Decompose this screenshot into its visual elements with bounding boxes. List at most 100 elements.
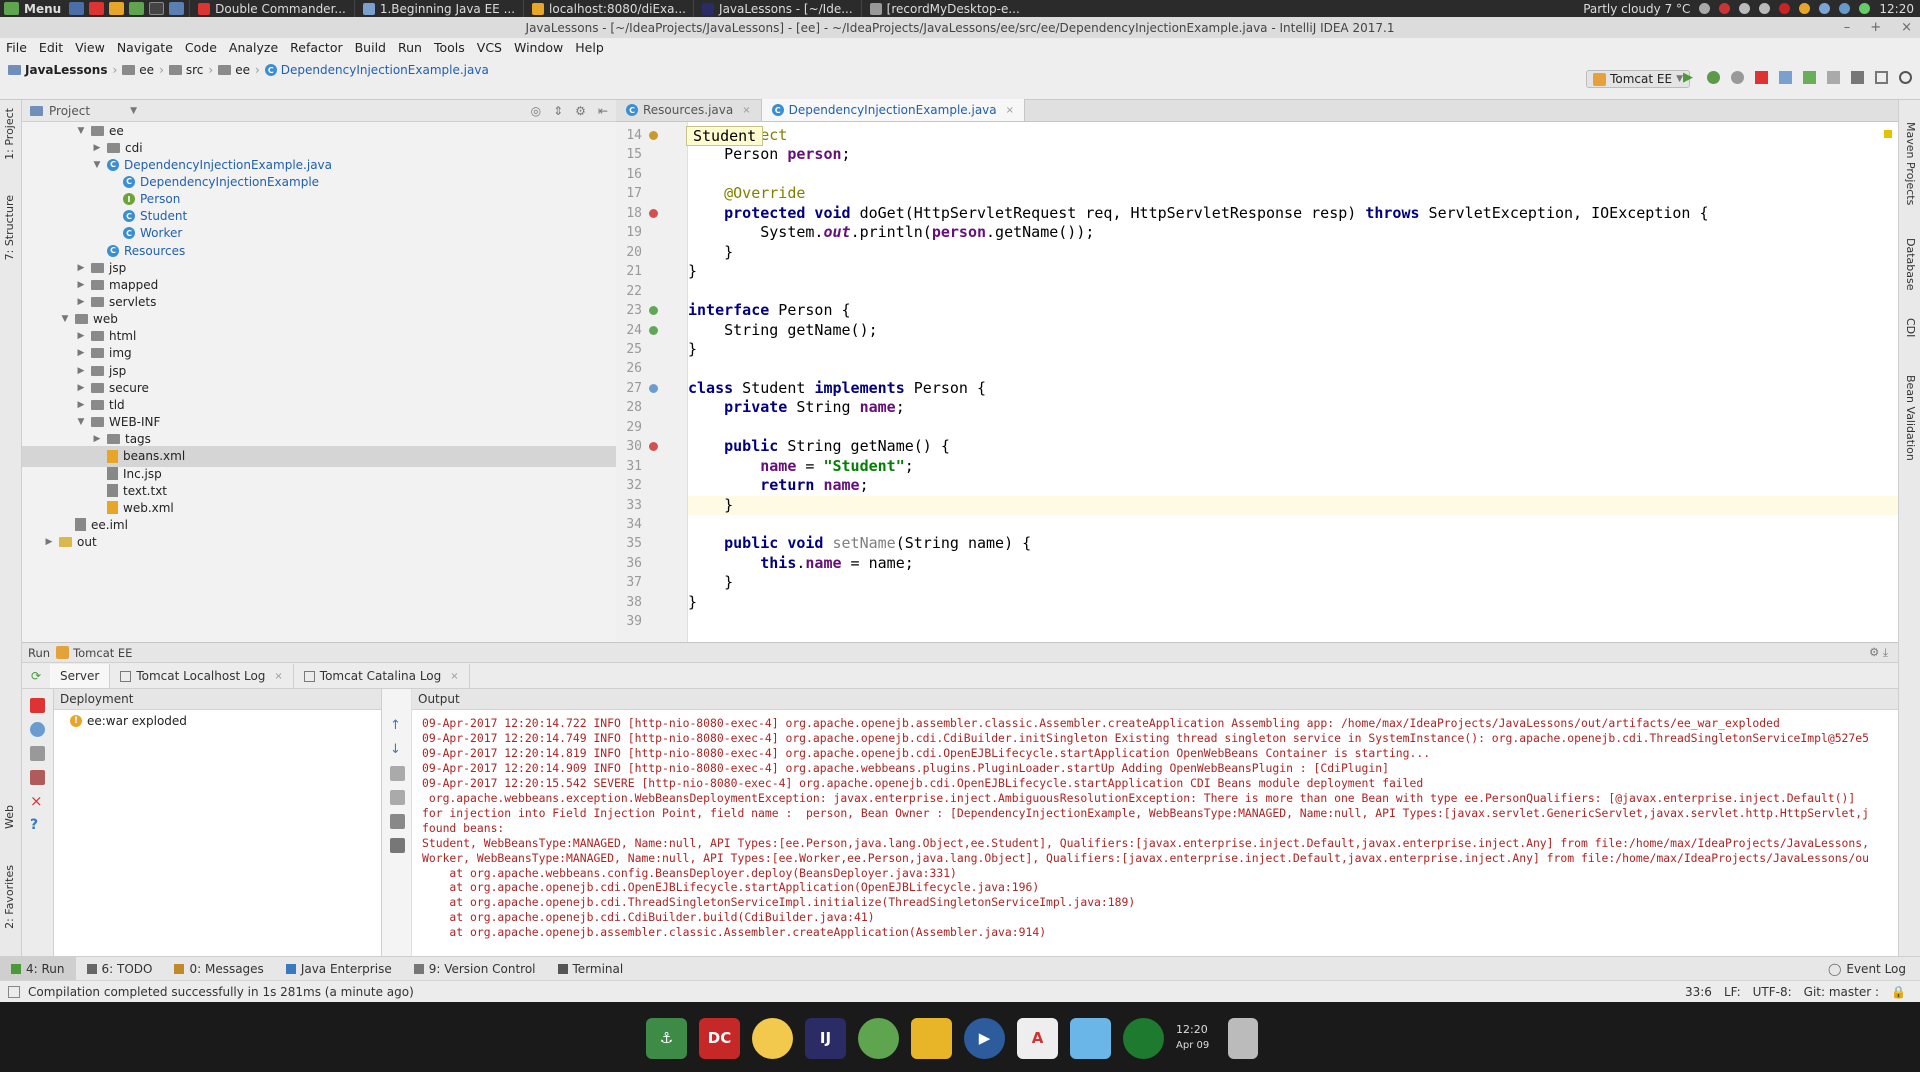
code-line[interactable]: Person person; bbox=[688, 145, 850, 164]
hide-icon[interactable]: ⇤ bbox=[598, 104, 608, 118]
stop-icon[interactable] bbox=[1755, 71, 1768, 84]
favorites-tool-tab[interactable]: 2: Favorites bbox=[3, 865, 16, 929]
breadcrumb-item[interactable]: ee bbox=[122, 63, 154, 77]
expand-arrow-icon[interactable]: ▶ bbox=[44, 537, 54, 547]
output-console[interactable]: Output 09-Apr-2017 12:20:14.722 INFO [ht… bbox=[412, 689, 1898, 956]
media-player-app-icon[interactable]: ▶ bbox=[964, 1017, 1005, 1059]
cdi-tab[interactable]: CDI bbox=[1904, 318, 1917, 337]
collapse-icon[interactable]: ⇕ bbox=[553, 104, 563, 118]
menu-window[interactable]: Window bbox=[508, 40, 569, 55]
expand-arrow-icon[interactable]: ▶ bbox=[76, 280, 86, 290]
expand-arrow-icon[interactable]: ▶ bbox=[76, 348, 86, 358]
tree-node[interactable]: ▶ out bbox=[44, 532, 97, 553]
trash-icon[interactable] bbox=[390, 838, 405, 853]
close-icon[interactable]: × bbox=[742, 105, 750, 116]
expand-arrow-icon[interactable]: ▶ bbox=[76, 331, 86, 341]
menu-help[interactable]: Help bbox=[569, 40, 610, 55]
lock-icon[interactable]: 🔒 bbox=[1891, 985, 1906, 999]
code-line[interactable]: } bbox=[688, 262, 697, 281]
structure-icon[interactable] bbox=[1875, 71, 1888, 84]
expand-arrow-icon[interactable]: ▼ bbox=[76, 126, 86, 136]
bluetooth-icon[interactable] bbox=[1839, 3, 1851, 14]
intellij-app-icon[interactable]: IJ bbox=[805, 1017, 846, 1059]
taskbar-task[interactable]: 1.Beginning Java EE ... bbox=[353, 0, 523, 17]
implemented-marker-icon[interactable] bbox=[649, 306, 658, 316]
expand-arrow-icon[interactable]: ▶ bbox=[76, 297, 86, 307]
editor-tab[interactable]: C DependencyInjectionExample.java × bbox=[761, 99, 1026, 121]
arrow-down-icon[interactable]: ↓ bbox=[390, 742, 405, 757]
structure-tool-tab[interactable]: 7: Structure bbox=[3, 195, 16, 260]
taskbar-task[interactable]: localhost:8080/diExa... bbox=[523, 0, 693, 17]
breadcrumb-item[interactable]: C DependencyInjectionExample.java bbox=[264, 63, 489, 77]
tool-window-tab[interactable]: 0: Messages bbox=[163, 957, 274, 981]
revert-icon[interactable] bbox=[1851, 71, 1864, 84]
stop-icon[interactable] bbox=[30, 698, 45, 713]
code-line[interactable]: public String getName() { bbox=[688, 437, 950, 456]
pdf-app-icon[interactable]: A bbox=[1017, 1017, 1058, 1059]
code-line[interactable]: protected void doGet(HttpServletRequest … bbox=[688, 204, 1708, 223]
flag-icon[interactable] bbox=[1719, 3, 1731, 14]
code-line[interactable]: } bbox=[688, 593, 697, 612]
code-line[interactable]: interface Person { bbox=[688, 301, 851, 320]
double-commander-launcher-icon[interactable] bbox=[89, 2, 105, 15]
code-editor[interactable]: 14 15 16 17 18 19 20 21 22 23 24 25 26 27 28 29 30 31 32 33… bbox=[616, 122, 1898, 642]
maven-projects-tab[interactable]: Maven Projects bbox=[1904, 122, 1917, 205]
files-launcher-icon[interactable] bbox=[169, 2, 185, 15]
desktop-launcher-icon[interactable] bbox=[69, 2, 85, 15]
tray-icon[interactable] bbox=[1699, 3, 1711, 14]
code-line[interactable]: System.out.println(person.getName()); bbox=[688, 223, 1094, 242]
code-line[interactable]: } bbox=[688, 573, 733, 592]
taskbar-task[interactable]: Double Commander... bbox=[189, 0, 354, 17]
update-icon[interactable] bbox=[30, 722, 45, 737]
code-line[interactable]: String getName(); bbox=[688, 321, 878, 340]
run-tab[interactable]: Tomcat Localhost Log × bbox=[110, 664, 294, 688]
anchor-app-icon[interactable]: ⚓ bbox=[646, 1017, 687, 1059]
breadcrumb-item[interactable]: JavaLessons bbox=[8, 63, 107, 77]
chrome-launcher-icon[interactable] bbox=[109, 2, 125, 15]
help-icon[interactable]: ? bbox=[30, 818, 45, 833]
expand-arrow-icon[interactable]: ▶ bbox=[92, 434, 102, 444]
expand-arrow-icon[interactable]: ▶ bbox=[76, 366, 86, 376]
code-line[interactable]: public void setName(String name) { bbox=[688, 534, 1031, 553]
breadcrumb-item[interactable]: src bbox=[168, 63, 203, 77]
breadcrumb-item[interactable]: ee bbox=[218, 63, 250, 77]
recorder-app-icon[interactable] bbox=[1123, 1017, 1164, 1059]
editor-tab[interactable]: C Resources.java × bbox=[616, 99, 762, 121]
menu-edit[interactable]: Edit bbox=[33, 40, 69, 55]
tool-window-tab[interactable]: 9: Version Control bbox=[403, 957, 547, 981]
implemented-marker-icon[interactable] bbox=[649, 325, 658, 335]
database-tab[interactable]: Database bbox=[1904, 238, 1917, 291]
minimize-button[interactable]: – bbox=[1844, 20, 1851, 35]
run-config-select[interactable]: Tomcat EE ▼ bbox=[1586, 70, 1690, 88]
code-line[interactable]: private String name; bbox=[688, 398, 905, 417]
dock-clock[interactable]: 12:20 Apr 09 bbox=[1176, 1022, 1216, 1054]
wifi-icon[interactable] bbox=[1739, 3, 1751, 14]
run-tab[interactable]: Tomcat Catalina Log × bbox=[294, 664, 470, 688]
file-manager-launcher-icon[interactable] bbox=[129, 2, 145, 15]
close-icon[interactable]: × bbox=[30, 794, 45, 809]
run-tab[interactable]: Server bbox=[50, 664, 111, 688]
vcs-history-icon[interactable] bbox=[1827, 71, 1840, 84]
project-view-select[interactable]: Project bbox=[49, 104, 90, 118]
trash-app-icon[interactable] bbox=[1228, 1017, 1258, 1059]
taskbar-task[interactable]: JavaLessons - [~/Ide... bbox=[693, 0, 861, 17]
expand-arrow-icon[interactable]: ▼ bbox=[92, 160, 102, 170]
code-line[interactable]: this.name = name; bbox=[688, 554, 914, 573]
expand-arrow-icon[interactable]: ▼ bbox=[76, 417, 86, 427]
code-line[interactable]: } bbox=[688, 340, 697, 359]
mint-app-icon[interactable] bbox=[858, 1017, 899, 1059]
puzzle-app-icon[interactable] bbox=[911, 1017, 952, 1059]
close-icon[interactable]: × bbox=[450, 671, 458, 682]
weather-text[interactable]: Partly cloudy 7 °C bbox=[1583, 2, 1690, 16]
gear-icon[interactable]: ⚙ ⤓ bbox=[1869, 645, 1898, 660]
menu-tools[interactable]: Tools bbox=[428, 40, 471, 55]
debug-icon[interactable] bbox=[1707, 71, 1720, 84]
implements-marker-icon[interactable] bbox=[649, 442, 658, 452]
shield-icon[interactable] bbox=[1819, 3, 1831, 14]
gear-icon[interactable]: ⚙ bbox=[575, 104, 586, 118]
pin-icon[interactable] bbox=[30, 770, 45, 785]
tool-window-tab[interactable]: Terminal bbox=[547, 957, 635, 981]
chrome-app-icon[interactable] bbox=[752, 1017, 793, 1059]
vcs-update-icon[interactable] bbox=[1779, 71, 1792, 84]
search-icon[interactable] bbox=[1899, 71, 1912, 84]
